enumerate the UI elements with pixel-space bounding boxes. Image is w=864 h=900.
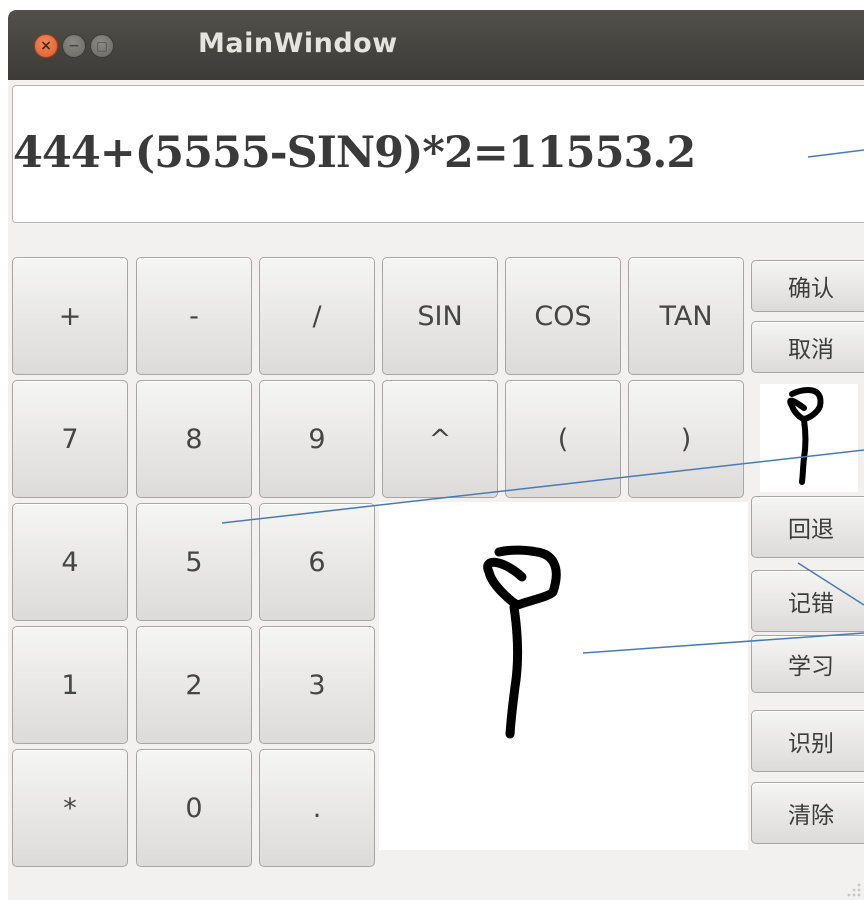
handwriting-canvas[interactable] <box>379 502 748 850</box>
decimal-point-button[interactable]: . <box>259 749 375 867</box>
clear-button[interactable]: 清除 <box>751 782 864 844</box>
divide-button[interactable]: / <box>259 257 375 375</box>
main-window: × − □ MainWindow 444+(5555-SIN9)*2=11553… <box>8 10 864 900</box>
digit-1-button[interactable]: 1 <box>12 626 128 744</box>
cos-button[interactable]: COS <box>505 257 621 375</box>
record-error-button[interactable]: 记错 <box>751 570 864 632</box>
minus-button[interactable]: - <box>136 257 252 375</box>
sin-button[interactable]: SIN <box>382 257 498 375</box>
handwritten-stroke <box>483 545 561 739</box>
digit-8-button[interactable]: 8 <box>136 380 252 498</box>
maximize-window-button[interactable]: □ <box>90 34 114 58</box>
confirm-button[interactable]: 确认 <box>751 260 864 312</box>
minimize-icon: − <box>68 38 80 54</box>
digit-4-button[interactable]: 4 <box>12 503 128 621</box>
tan-button[interactable]: TAN <box>628 257 744 375</box>
digit-3-button[interactable]: 3 <box>259 626 375 744</box>
digit-5-button[interactable]: 5 <box>136 503 252 621</box>
digit-0-button[interactable]: 0 <box>136 749 252 867</box>
digit-9-button[interactable]: 9 <box>259 380 375 498</box>
expression-display[interactable]: 444+(5555-SIN9)*2=11553.2 <box>12 85 864 223</box>
window-title: MainWindow <box>198 28 398 59</box>
close-window-button[interactable]: × <box>34 34 58 58</box>
digit-6-button[interactable]: 6 <box>259 503 375 621</box>
digit-7-button[interactable]: 7 <box>12 380 128 498</box>
back-button[interactable]: 回退 <box>751 496 864 558</box>
power-button[interactable]: ^ <box>382 380 498 498</box>
resize-grip-icon[interactable] <box>844 880 862 898</box>
preview-stroke <box>787 387 824 485</box>
close-icon: × <box>40 38 52 54</box>
open-paren-button[interactable]: ( <box>505 380 621 498</box>
title-bar[interactable]: × − □ MainWindow <box>8 10 864 80</box>
plus-button[interactable]: + <box>12 257 128 375</box>
cancel-button[interactable]: 取消 <box>751 321 864 373</box>
minimize-window-button[interactable]: − <box>62 34 86 58</box>
digit-2-button[interactable]: 2 <box>136 626 252 744</box>
multiply-button[interactable]: * <box>12 749 128 867</box>
recognized-preview <box>760 384 858 492</box>
learn-button[interactable]: 学习 <box>751 635 864 693</box>
maximize-icon: □ <box>96 39 108 53</box>
recognize-button[interactable]: 识别 <box>751 710 864 772</box>
expression-text: 444+(5555-SIN9)*2=11553.2 <box>13 128 696 178</box>
close-paren-button[interactable]: ) <box>628 380 744 498</box>
